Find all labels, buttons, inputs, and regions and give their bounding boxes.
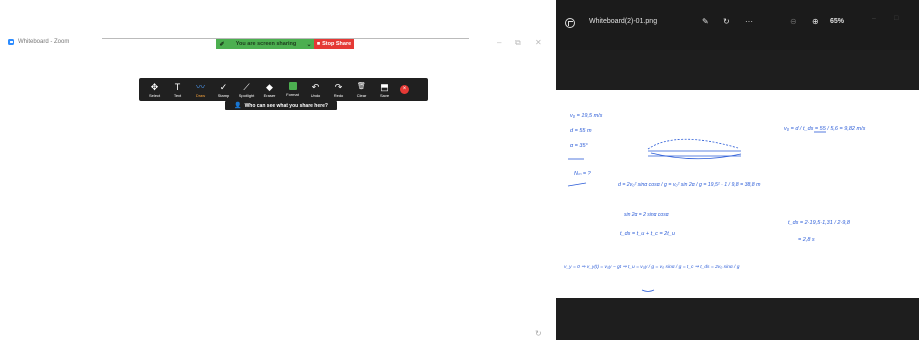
share-status-text: You are screen sharing bbox=[235, 41, 297, 47]
tool-draw-label: Draw bbox=[195, 92, 206, 98]
tool-stamp-label: Stamp bbox=[217, 92, 230, 98]
screen-sharing-bar[interactable]: ✐ You are screen sharing ⌄ bbox=[216, 39, 314, 49]
pin-icon[interactable]: ✐ bbox=[216, 41, 228, 48]
tool-undo[interactable]: ↶ Undo bbox=[304, 78, 327, 101]
whiteboard-line: α = 35° bbox=[570, 143, 589, 149]
stop-share-button[interactable]: ■ Stop Share bbox=[314, 39, 354, 49]
zoom-desktop-area: Whiteboard - Zoom ✐ You are screen shari… bbox=[0, 0, 556, 340]
zoom-window-title-text: Whiteboard - Zoom bbox=[18, 39, 70, 45]
viewer-toolbar: Whiteboard(2)-01.png ✎ ↻ ··· ⊖ ⊕ 65% – □ bbox=[556, 0, 919, 50]
zoom-level[interactable]: 65% bbox=[830, 18, 844, 25]
whiteboard-line: sin 2α = 2 sinα cosα bbox=[624, 212, 669, 218]
tool-draw[interactable]: 〰 Draw bbox=[189, 78, 212, 101]
who-can-see-bar[interactable]: 👤 Who can see what you share here? bbox=[225, 101, 337, 110]
refresh-icon[interactable]: ↻ bbox=[535, 329, 542, 338]
chevron-down-icon[interactable]: ⌄ bbox=[304, 41, 314, 48]
zoom-window-title: Whiteboard - Zoom bbox=[8, 39, 69, 45]
spotlight-icon: ⟋ bbox=[243, 81, 250, 92]
tool-save[interactable]: ⬒ Save bbox=[373, 78, 396, 101]
tool-text-label: Text bbox=[173, 92, 182, 98]
redo-icon: ↷ bbox=[334, 81, 343, 92]
whiteboard-svg: v₀ = 19,5 m/s d = 55 m α = 35° Nₘ = ? v₀… bbox=[564, 113, 866, 292]
tool-redo[interactable]: ↷ Redo bbox=[327, 78, 350, 101]
tool-eraser-label: Eraser bbox=[263, 92, 276, 98]
close-toolbar-button[interactable]: × bbox=[400, 85, 409, 94]
tool-redo-label: Redo bbox=[333, 92, 344, 98]
tool-spotlight-label: Spotlight bbox=[238, 92, 255, 98]
undo-icon: ↶ bbox=[311, 81, 320, 92]
rotate-icon[interactable]: ↻ bbox=[723, 17, 730, 26]
annotation-toolbar: ✥ Select T Text 〰 Draw ✓ Stamp ⟋ Spotlig… bbox=[139, 78, 428, 101]
trash-icon: 🗑 bbox=[357, 82, 366, 90]
whiteboard-line: t_ds = 2·19,5·1,31 / 2·9,8 bbox=[788, 220, 851, 226]
edit-icon[interactable]: ✎ bbox=[702, 17, 709, 26]
viewer-minimize-icon[interactable]: – bbox=[872, 15, 876, 22]
tool-format[interactable]: Format bbox=[281, 78, 304, 101]
trajectory-arc bbox=[647, 138, 739, 150]
select-icon: ✥ bbox=[150, 81, 159, 92]
tool-select[interactable]: ✥ Select bbox=[143, 78, 166, 101]
whiteboard-line: d = 55 m bbox=[570, 128, 592, 134]
stop-icon: ■ bbox=[316, 41, 321, 47]
tool-select-label: Select bbox=[148, 92, 161, 98]
photos-app-icon bbox=[565, 18, 575, 28]
who-can-see-text: Who can see what you share here? bbox=[244, 102, 328, 109]
tool-clear-label: Clear bbox=[356, 92, 367, 98]
format-color-icon bbox=[288, 82, 297, 90]
restore-icon[interactable]: ⧉ bbox=[515, 38, 521, 48]
divider-stroke bbox=[567, 182, 587, 187]
tool-stamp[interactable]: ✓ Stamp bbox=[212, 78, 235, 101]
viewer-filename: Whiteboard(2)-01.png bbox=[589, 18, 658, 25]
whiteboard-line: v₀ = d / t_ds = 55 / 5,6 = 9,82 m/s bbox=[784, 126, 866, 132]
whiteboard-image: v₀ = 19,5 m/s d = 55 m α = 35° Nₘ = ? v₀… bbox=[556, 90, 919, 298]
eraser-icon: ◆ bbox=[266, 81, 273, 92]
more-options-icon[interactable]: ··· bbox=[745, 17, 753, 26]
tool-clear[interactable]: 🗑 Clear bbox=[350, 78, 373, 101]
whiteboard-line: = 2,8 s bbox=[798, 237, 815, 243]
zoom-in-icon[interactable]: ⊕ bbox=[812, 17, 819, 26]
zoom-out-icon[interactable]: ⊖ bbox=[790, 17, 797, 26]
tool-undo-label: Undo bbox=[310, 92, 321, 98]
close-icon[interactable]: ✕ bbox=[535, 38, 542, 47]
tool-text[interactable]: T Text bbox=[166, 78, 189, 101]
tool-eraser[interactable]: ◆ Eraser bbox=[258, 78, 281, 101]
text-icon: T bbox=[174, 81, 181, 92]
person-icon: 👤 bbox=[234, 103, 242, 109]
underline-stroke bbox=[641, 289, 655, 292]
tool-format-label: Format bbox=[286, 92, 299, 97]
minimize-icon[interactable]: – bbox=[497, 38, 501, 47]
whiteboard-line: Nₘ = ? bbox=[574, 171, 592, 177]
whiteboard-line: v₀ = 19,5 m/s bbox=[570, 113, 603, 119]
stop-share-label: Stop Share bbox=[322, 41, 352, 47]
whiteboard-line: t_ds = t_u + t_c = 2t_u bbox=[620, 231, 675, 237]
zoom-logo-icon bbox=[8, 39, 14, 45]
save-icon: ⬒ bbox=[380, 81, 389, 92]
photo-viewer-window: Whiteboard(2)-01.png ✎ ↻ ··· ⊖ ⊕ 65% – □… bbox=[556, 0, 919, 340]
draw-icon: 〰 bbox=[195, 81, 205, 92]
whiteboard-line: d = 2v₀² sinα cosα / g = v₀² sin 2α / g … bbox=[618, 182, 761, 188]
tool-save-label: Save bbox=[379, 92, 390, 98]
stamp-icon: ✓ bbox=[219, 81, 228, 92]
whiteboard-line: v_y = 0 ⇒ v_y(t) = v₀y − gt ⇒ t_u = v₀y … bbox=[564, 264, 740, 270]
tool-spotlight[interactable]: ⟋ Spotlight bbox=[235, 78, 258, 101]
viewer-maximize-icon[interactable]: □ bbox=[894, 15, 898, 22]
